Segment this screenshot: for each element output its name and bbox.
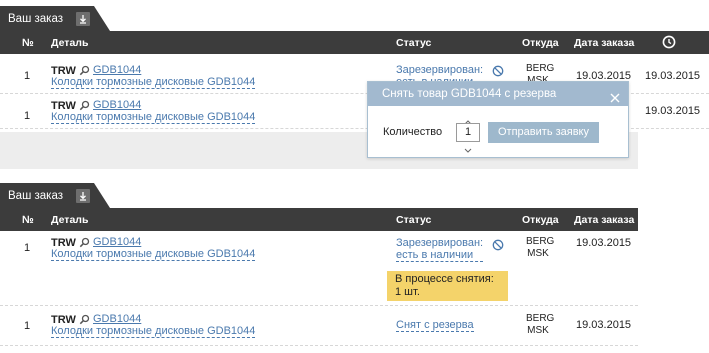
part-description-link[interactable]: Колодки тормозные дисковые GDB1044 bbox=[51, 112, 256, 124]
table-row: 1 TRW GDB1044 Колодки тормозные дисковые… bbox=[0, 231, 638, 306]
download-icon[interactable] bbox=[76, 189, 90, 203]
status-line-2: есть в наличии bbox=[396, 249, 474, 261]
clock-icon bbox=[662, 35, 676, 52]
order-tab-label: Ваш заказ bbox=[8, 13, 63, 25]
status-line-1: Зарезервирован: bbox=[396, 237, 484, 249]
part-code-link[interactable]: GDB1044 bbox=[93, 99, 141, 111]
col-from: Откуда bbox=[522, 214, 559, 226]
row-number: 1 bbox=[24, 242, 31, 254]
warehouse-name: BERG bbox=[526, 63, 555, 74]
submit-request-button[interactable]: Отправить заявку bbox=[488, 122, 599, 143]
order-date: 19.03.2015 bbox=[576, 319, 632, 331]
quantity-label: Количество bbox=[383, 126, 443, 138]
col-date: Дата заказа bbox=[574, 214, 635, 226]
note-line-2: 1 шт. bbox=[395, 286, 420, 298]
table-row: 1 TRW GDB1044 Колодки тормозные дисковые… bbox=[0, 306, 638, 346]
warehouse-name: BERG bbox=[526, 236, 555, 247]
unreserve-progress-note: В процессе снятия: 1 шт. bbox=[387, 271, 508, 301]
delivery-date: 19.03.2015 bbox=[645, 105, 701, 117]
warehouse: BERG MSK bbox=[526, 313, 554, 337]
order-tab-bar: Ваш заказ bbox=[0, 183, 638, 208]
search-icon[interactable] bbox=[79, 314, 90, 325]
warehouse: BERG MSK bbox=[526, 236, 554, 260]
table-header: № Деталь Статус Откуда Дата заказа bbox=[0, 208, 638, 231]
search-icon[interactable] bbox=[79, 65, 90, 76]
part-description-link[interactable]: Колодки тормозные дисковые GDB1044 bbox=[51, 249, 256, 261]
search-icon[interactable] bbox=[79, 100, 90, 111]
order-date: 19.03.2015 bbox=[576, 237, 632, 249]
part-code-link[interactable]: GDB1044 bbox=[93, 64, 141, 76]
order-panel-2: Ваш заказ № Деталь Статус Откуда Дата за… bbox=[0, 183, 638, 346]
popup-title: Снять товар GDB1044 с резерва bbox=[382, 88, 557, 100]
arrow-down-icon[interactable] bbox=[464, 144, 472, 153]
status-line-1: Зарезервирован: bbox=[396, 64, 484, 76]
status-link[interactable]: Снят с резерва bbox=[396, 319, 474, 332]
warehouse-city: MSK bbox=[527, 248, 549, 259]
part-description-link[interactable]: Колодки тормозные дисковые GDB1044 bbox=[51, 326, 256, 338]
col-status: Статус bbox=[396, 214, 432, 226]
col-date: Дата заказа bbox=[574, 37, 635, 49]
warehouse-city: MSK bbox=[527, 325, 549, 336]
delivery-date: 19.03.2015 bbox=[645, 70, 701, 82]
col-part: Деталь bbox=[51, 214, 89, 226]
search-icon[interactable] bbox=[79, 237, 90, 248]
download-icon[interactable] bbox=[76, 12, 90, 26]
col-num: № bbox=[22, 214, 34, 226]
col-from: Откуда bbox=[522, 37, 559, 49]
arrow-up-icon[interactable] bbox=[464, 116, 472, 125]
order-tab[interactable]: Ваш заказ bbox=[0, 183, 110, 208]
quantity-input[interactable]: 1 bbox=[456, 123, 480, 142]
block-icon[interactable] bbox=[492, 239, 504, 251]
note-line-1: В процессе снятия: bbox=[395, 273, 494, 285]
col-status: Статус bbox=[396, 37, 432, 49]
order-tab[interactable]: Ваш заказ bbox=[0, 6, 110, 31]
part-code-link[interactable]: GDB1044 bbox=[93, 236, 141, 248]
popup-header: Снять товар GDB1044 с резерва bbox=[368, 82, 628, 106]
status-link[interactable]: Зарезервирован: есть в наличии bbox=[396, 237, 484, 262]
order-tab-label: Ваш заказ bbox=[8, 190, 63, 202]
warehouse-name: BERG bbox=[526, 313, 555, 324]
part-description-link[interactable]: Колодки тормозные дисковые GDB1044 bbox=[51, 77, 256, 89]
close-icon[interactable] bbox=[610, 88, 620, 103]
row-number: 1 bbox=[24, 70, 31, 82]
order-tab-bar: Ваш заказ bbox=[0, 6, 709, 31]
table-header: № Деталь Статус Откуда Дата заказа bbox=[0, 31, 709, 54]
unreserve-popup: Снять товар GDB1044 с резерва Количество… bbox=[367, 81, 629, 158]
part-code-link[interactable]: GDB1044 bbox=[93, 313, 141, 325]
row-number: 1 bbox=[24, 110, 31, 122]
col-part: Деталь bbox=[51, 37, 89, 49]
block-icon[interactable] bbox=[492, 65, 504, 77]
row-number: 1 bbox=[24, 320, 31, 332]
col-num: № bbox=[22, 37, 34, 49]
